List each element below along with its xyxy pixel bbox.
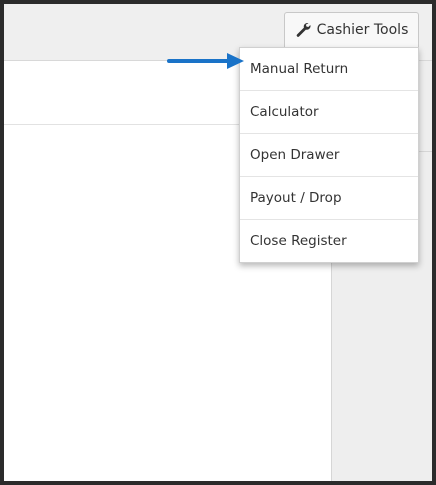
cashier-tools-menu: Manual Return Calculator Open Drawer Pay… — [239, 47, 419, 263]
menu-item-open-drawer[interactable]: Open Drawer — [240, 134, 418, 177]
menu-item-calculator[interactable]: Calculator — [240, 91, 418, 134]
menu-item-payout-drop[interactable]: Payout / Drop — [240, 177, 418, 220]
menu-item-manual-return[interactable]: Manual Return — [240, 48, 418, 91]
wrench-icon — [295, 22, 311, 38]
cashier-tools-label: Cashier Tools — [316, 22, 409, 38]
cashier-tools-button[interactable]: Cashier Tools — [284, 12, 419, 47]
app-window: Cashier Tools Manual Return Calculator O… — [4, 4, 432, 481]
menu-item-close-register[interactable]: Close Register — [240, 220, 418, 262]
pointer-arrow-icon — [167, 53, 244, 69]
